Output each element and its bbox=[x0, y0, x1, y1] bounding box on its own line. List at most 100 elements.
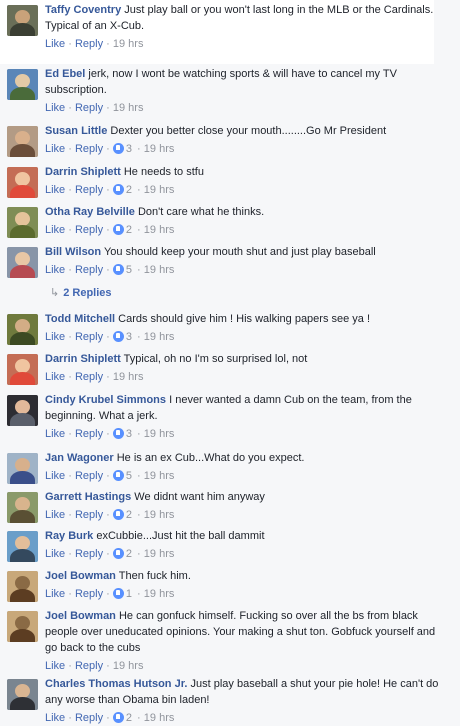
like-link[interactable]: Like bbox=[45, 264, 65, 276]
comment-author[interactable]: Darrin Shiplett bbox=[45, 353, 121, 365]
like-link[interactable]: Like bbox=[45, 184, 65, 196]
reply-link[interactable]: Reply bbox=[75, 588, 103, 600]
comment-author[interactable]: Darrin Shiplett bbox=[45, 166, 121, 178]
like-link[interactable]: Like bbox=[45, 38, 65, 50]
timestamp[interactable]: 19 hrs bbox=[113, 38, 144, 50]
like-reaction-icon[interactable] bbox=[112, 331, 124, 342]
timestamp[interactable]: 19 hrs bbox=[144, 509, 175, 521]
timestamp[interactable]: 19 hrs bbox=[144, 224, 175, 236]
like-link[interactable]: Like bbox=[45, 102, 65, 114]
timestamp[interactable]: 19 hrs bbox=[144, 143, 175, 155]
reply-link[interactable]: Reply bbox=[75, 331, 103, 343]
avatar[interactable] bbox=[7, 126, 38, 157]
like-link[interactable]: Like bbox=[45, 548, 65, 560]
like-link[interactable]: Like bbox=[45, 588, 65, 600]
reaction-count[interactable]: 3 bbox=[126, 428, 132, 440]
timestamp[interactable]: 19 hrs bbox=[113, 371, 144, 383]
timestamp[interactable]: 19 hrs bbox=[144, 470, 175, 482]
reply-link[interactable]: Reply bbox=[75, 371, 103, 383]
timestamp[interactable]: 19 hrs bbox=[144, 184, 175, 196]
like-reaction-icon[interactable] bbox=[112, 224, 124, 235]
comment-author[interactable]: Otha Ray Belville bbox=[45, 206, 135, 218]
reply-link[interactable]: Reply bbox=[75, 660, 103, 672]
timestamp[interactable]: 19 hrs bbox=[113, 660, 144, 672]
reply-link[interactable]: Reply bbox=[75, 184, 103, 196]
reaction-count[interactable]: 2 bbox=[126, 548, 132, 560]
like-reaction-icon[interactable] bbox=[112, 470, 124, 481]
reaction-count[interactable]: 5 bbox=[126, 264, 132, 276]
reaction-count[interactable]: 2 bbox=[126, 509, 132, 521]
avatar[interactable] bbox=[7, 69, 38, 100]
timestamp[interactable]: 19 hrs bbox=[144, 428, 175, 440]
avatar[interactable] bbox=[7, 5, 38, 36]
like-reaction-icon[interactable] bbox=[112, 588, 124, 599]
reaction-count[interactable]: 5 bbox=[126, 470, 132, 482]
timestamp[interactable]: 19 hrs bbox=[144, 264, 175, 276]
like-link[interactable]: Like bbox=[45, 143, 65, 155]
reply-link[interactable]: Reply bbox=[75, 712, 103, 724]
avatar[interactable] bbox=[7, 611, 38, 642]
reaction-count[interactable]: 2 bbox=[126, 224, 132, 236]
avatar[interactable] bbox=[7, 314, 38, 345]
reaction-count[interactable]: 1 bbox=[126, 588, 132, 600]
avatar[interactable] bbox=[7, 207, 38, 238]
comment-author[interactable]: Ed Ebel bbox=[45, 68, 85, 80]
timestamp[interactable]: 19 hrs bbox=[144, 712, 175, 724]
comment-author[interactable]: Charles Thomas Hutson Jr. bbox=[45, 678, 187, 690]
like-reaction-icon[interactable] bbox=[112, 548, 124, 559]
avatar[interactable] bbox=[7, 453, 38, 484]
comment-author[interactable]: Cindy Krubel Simmons bbox=[45, 394, 166, 406]
avatar[interactable] bbox=[7, 531, 38, 562]
timestamp[interactable]: 19 hrs bbox=[144, 548, 175, 560]
avatar[interactable] bbox=[7, 247, 38, 278]
comment-author[interactable]: Taffy Coventry bbox=[45, 4, 121, 16]
timestamp[interactable]: 19 hrs bbox=[144, 331, 175, 343]
comment-author[interactable]: Ray Burk bbox=[45, 530, 93, 542]
timestamp[interactable]: 19 hrs bbox=[113, 102, 144, 114]
like-reaction-icon[interactable] bbox=[112, 712, 124, 723]
reply-link[interactable]: Reply bbox=[75, 38, 103, 50]
like-link[interactable]: Like bbox=[45, 712, 65, 724]
reply-link[interactable]: Reply bbox=[75, 470, 103, 482]
like-link[interactable]: Like bbox=[45, 470, 65, 482]
reaction-count[interactable]: 3 bbox=[126, 143, 132, 155]
like-link[interactable]: Like bbox=[45, 224, 65, 236]
replies-label[interactable]: 2 Replies bbox=[63, 287, 111, 299]
like-reaction-icon[interactable] bbox=[112, 428, 124, 439]
avatar[interactable] bbox=[7, 167, 38, 198]
comment-author[interactable]: Susan Little bbox=[45, 125, 107, 137]
like-link[interactable]: Like bbox=[45, 660, 65, 672]
view-replies-link[interactable]: ↳ 2 Replies bbox=[50, 286, 112, 299]
avatar[interactable] bbox=[7, 354, 38, 385]
comment-author[interactable]: Joel Bowman bbox=[45, 610, 116, 622]
like-reaction-icon[interactable] bbox=[112, 143, 124, 154]
reaction-count[interactable]: 3 bbox=[126, 331, 132, 343]
reply-link[interactable]: Reply bbox=[75, 102, 103, 114]
comment-author[interactable]: Todd Mitchell bbox=[45, 313, 115, 325]
timestamp[interactable]: 19 hrs bbox=[144, 588, 175, 600]
reaction-count[interactable]: 2 bbox=[126, 184, 132, 196]
avatar[interactable] bbox=[7, 571, 38, 602]
like-link[interactable]: Like bbox=[45, 428, 65, 440]
like-reaction-icon[interactable] bbox=[112, 184, 124, 195]
like-reaction-icon[interactable] bbox=[112, 264, 124, 275]
like-link[interactable]: Like bbox=[45, 331, 65, 343]
avatar[interactable] bbox=[7, 395, 38, 426]
reply-link[interactable]: Reply bbox=[75, 428, 103, 440]
comment-author[interactable]: Jan Wagoner bbox=[45, 452, 114, 464]
reply-link[interactable]: Reply bbox=[75, 143, 103, 155]
reply-link[interactable]: Reply bbox=[75, 509, 103, 521]
avatar[interactable] bbox=[7, 679, 38, 710]
comment-author[interactable]: Garrett Hastings bbox=[45, 491, 131, 503]
comment-author[interactable]: Bill Wilson bbox=[45, 246, 101, 258]
like-reaction-icon[interactable] bbox=[112, 509, 124, 520]
like-link[interactable]: Like bbox=[45, 371, 65, 383]
reply-link[interactable]: Reply bbox=[75, 264, 103, 276]
comments-panel: Taffy Coventry Just play ball or you won… bbox=[0, 0, 460, 724]
comment-author[interactable]: Joel Bowman bbox=[45, 570, 116, 582]
reply-link[interactable]: Reply bbox=[75, 224, 103, 236]
avatar[interactable] bbox=[7, 492, 38, 523]
like-link[interactable]: Like bbox=[45, 509, 65, 521]
reaction-count[interactable]: 2 bbox=[126, 712, 132, 724]
reply-link[interactable]: Reply bbox=[75, 548, 103, 560]
